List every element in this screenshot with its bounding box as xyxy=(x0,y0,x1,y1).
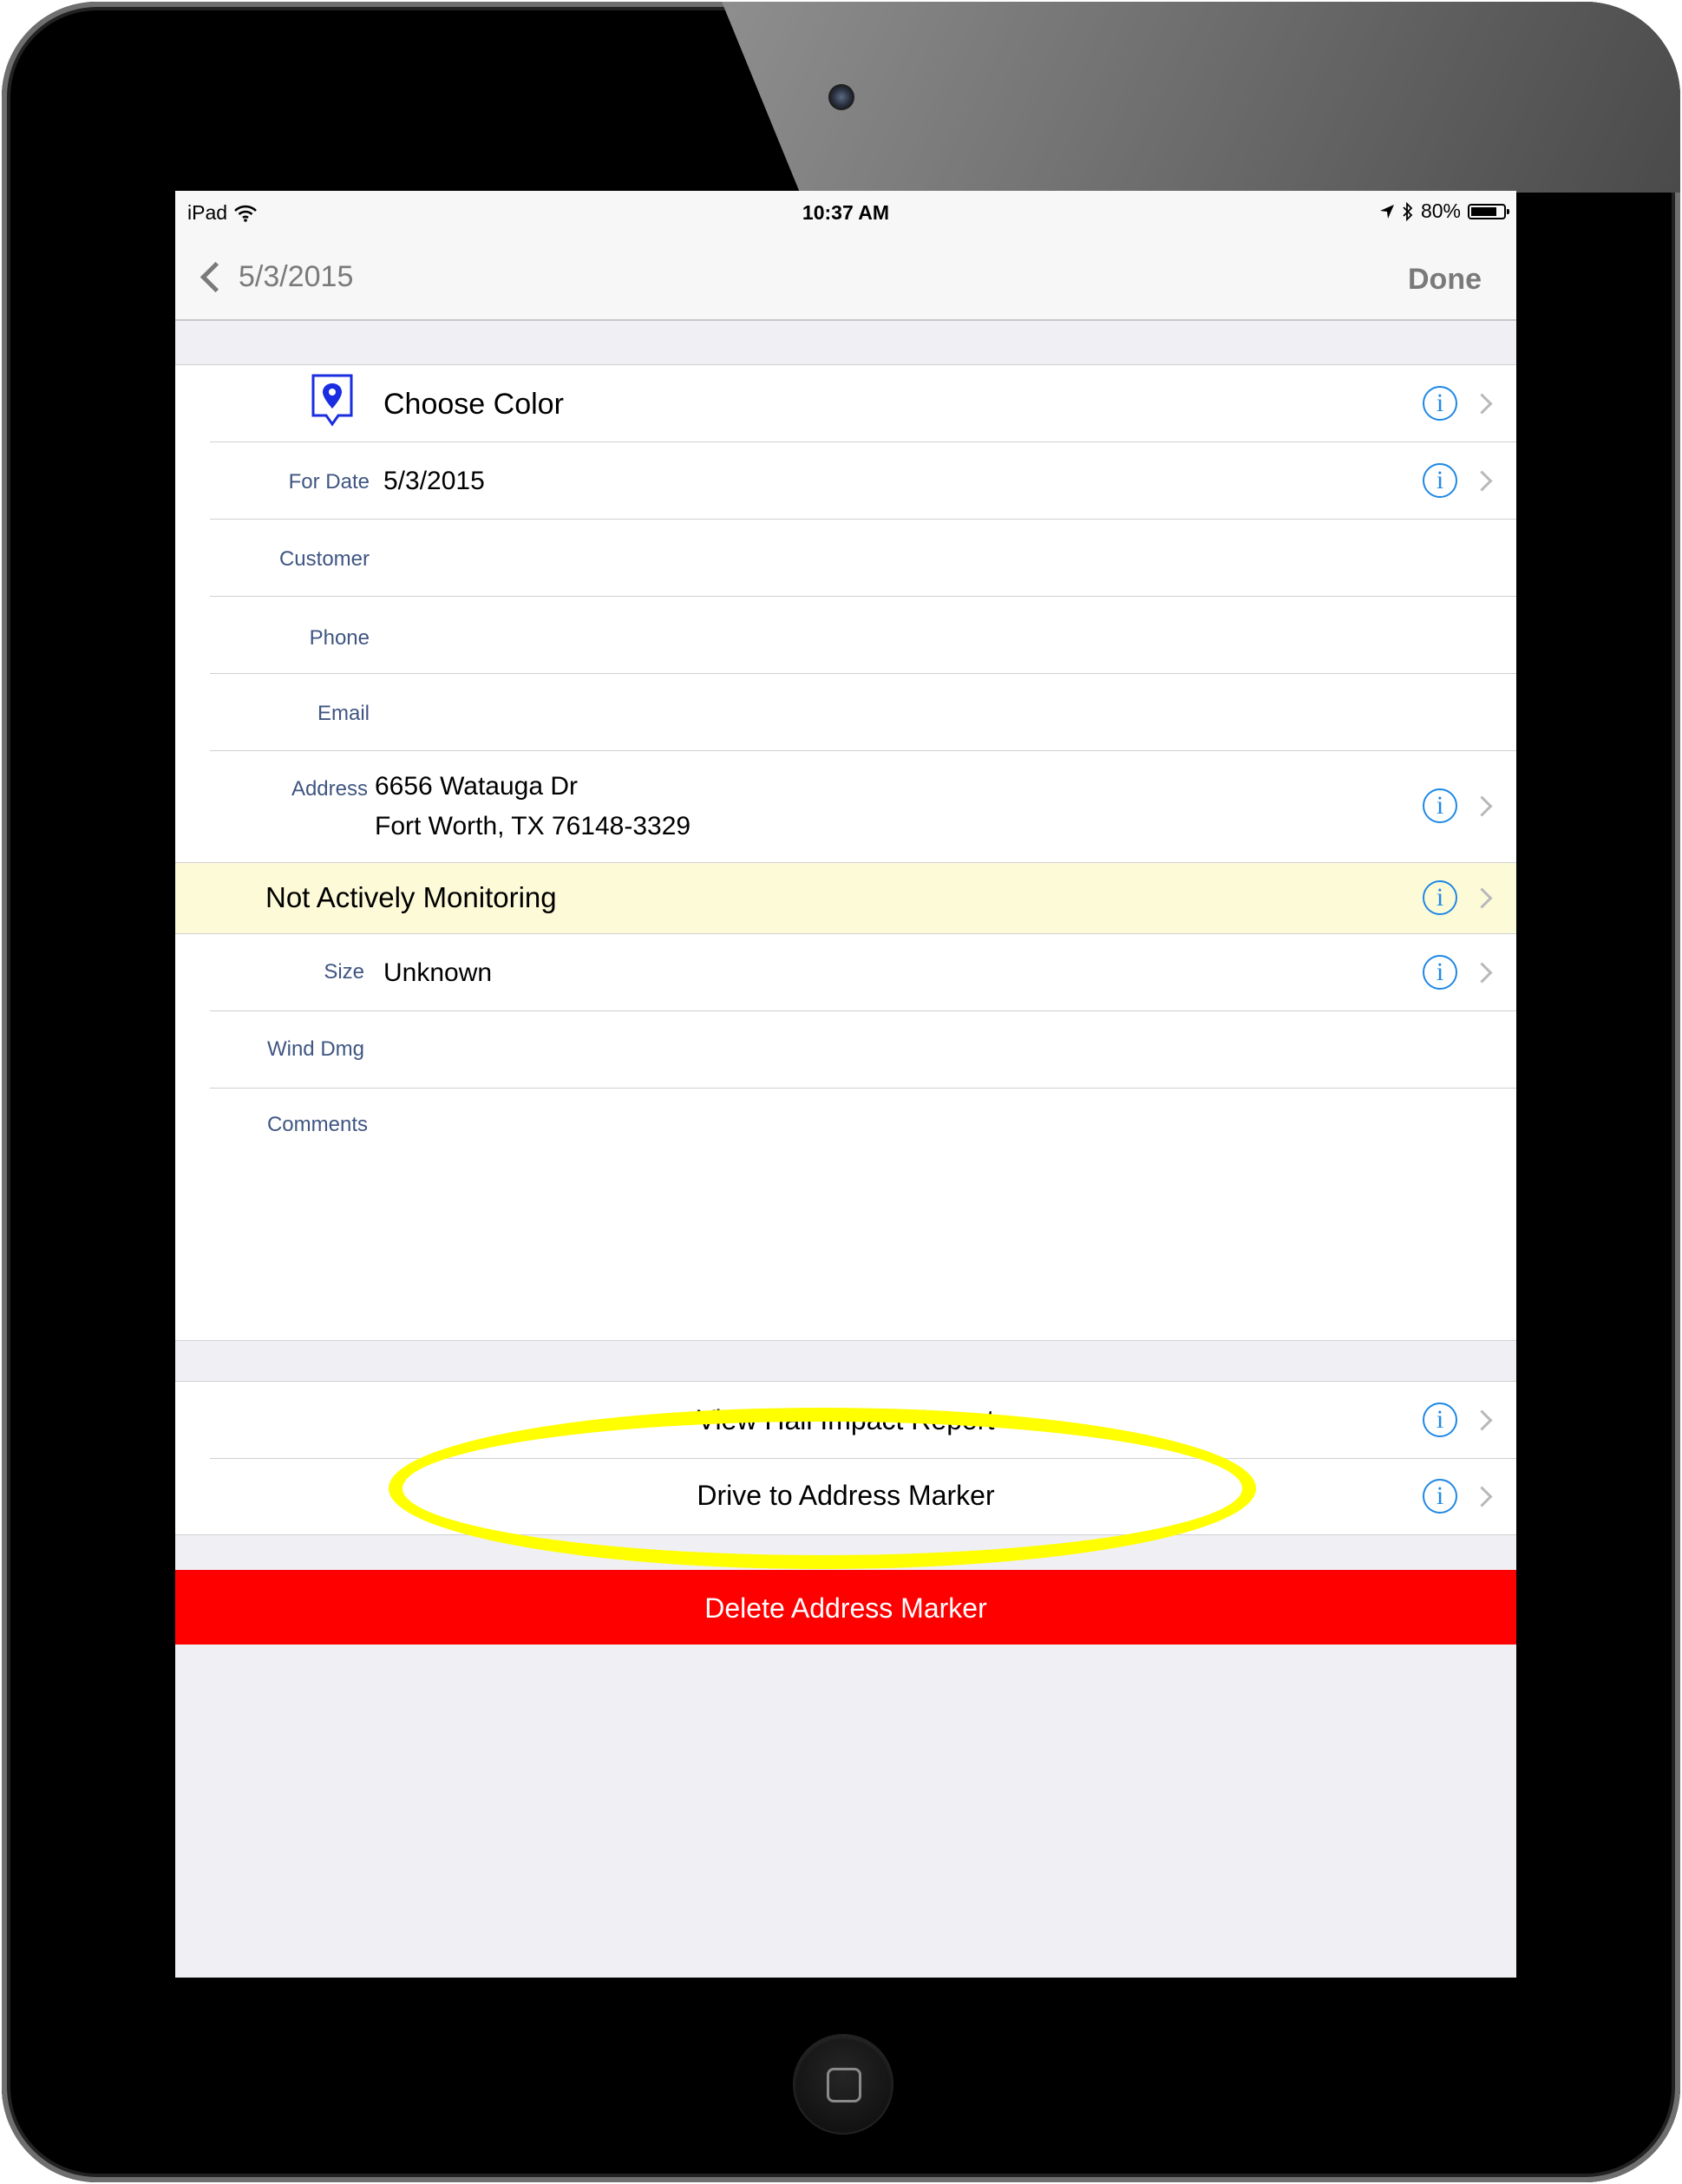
customer-row[interactable]: Customer xyxy=(175,520,1516,596)
address-line1: 6656 Watauga Dr xyxy=(375,772,579,801)
customer-label: Customer xyxy=(278,547,370,571)
for-date-label: For Date xyxy=(288,470,370,494)
chevron-left-icon xyxy=(200,261,232,293)
battery-percent: 80% xyxy=(1420,199,1461,222)
choose-color-label: Choose Color xyxy=(383,388,564,421)
home-button[interactable] xyxy=(795,2036,892,2133)
address-row[interactable]: Address 6656 Watauga Dr Fort Worth, TX 7… xyxy=(175,751,1516,862)
chevron-right-icon xyxy=(1471,887,1493,909)
monitoring-status-row[interactable]: Not Actively Monitoring i xyxy=(175,862,1516,933)
marker-actions: View Hail Impact Report i Drive to Addre… xyxy=(175,1381,1516,1535)
info-icon[interactable]: i xyxy=(1423,386,1457,421)
bluetooth-icon xyxy=(1403,201,1413,221)
size-label: Size xyxy=(324,960,364,984)
info-icon[interactable]: i xyxy=(1423,1403,1457,1437)
back-button[interactable]: 5/3/2015 xyxy=(198,260,353,294)
info-icon[interactable]: i xyxy=(1423,788,1457,823)
comments-row[interactable]: Comments xyxy=(175,1089,1516,1338)
marker-details: Choose Color i For Date 5/3/2015 i Custo… xyxy=(175,364,1516,1341)
info-icon[interactable]: i xyxy=(1423,1479,1457,1514)
location-arrow-icon xyxy=(1379,204,1394,219)
delete-marker-button[interactable]: Delete Address Marker xyxy=(175,1570,1516,1645)
phone-label: Phone xyxy=(309,626,370,650)
back-label: 5/3/2015 xyxy=(239,260,354,293)
address-line2: Fort Worth, TX 76148-3329 xyxy=(375,812,691,840)
status-bar: iPad 10:37 AM 80% xyxy=(175,191,1516,234)
phone-row[interactable]: Phone xyxy=(175,597,1516,673)
comments-label: Comments xyxy=(266,1113,368,1136)
email-row[interactable]: Email xyxy=(175,674,1516,750)
wind-damage-label: Wind Dmg xyxy=(266,1037,364,1061)
view-report-label: View Hail Impact Report xyxy=(697,1404,995,1435)
status-indicators: 80% xyxy=(1379,199,1509,223)
done-button[interactable]: Done xyxy=(1408,263,1482,297)
drive-to-marker-label: Drive to Address Marker xyxy=(697,1480,995,1511)
drive-to-marker-row[interactable]: Drive to Address Marker i xyxy=(175,1459,1516,1534)
battery-level xyxy=(1471,206,1496,216)
email-label: Email xyxy=(317,702,370,725)
info-icon[interactable]: i xyxy=(1423,463,1457,498)
chevron-right-icon xyxy=(1471,962,1493,984)
screen: iPad 10:37 AM 80% 5/3/2015 Done Choose C… xyxy=(175,191,1516,1978)
choose-color-row[interactable]: Choose Color i xyxy=(175,365,1516,441)
navigation-bar: 5/3/2015 Done xyxy=(175,234,1516,321)
chevron-right-icon xyxy=(1471,393,1493,415)
home-square-icon xyxy=(827,2068,861,2102)
for-date-row[interactable]: For Date 5/3/2015 i xyxy=(175,442,1516,519)
for-date-value: 5/3/2015 xyxy=(383,467,485,495)
size-row[interactable]: Size Unknown i xyxy=(175,934,1516,1010)
wind-damage-row[interactable]: Wind Dmg xyxy=(175,1011,1516,1088)
map-pin-icon xyxy=(311,374,353,427)
chevron-right-icon xyxy=(1471,795,1493,817)
delete-marker-label: Delete Address Marker xyxy=(704,1592,987,1624)
chevron-right-icon xyxy=(1471,470,1493,492)
info-icon[interactable]: i xyxy=(1423,880,1457,915)
info-icon[interactable]: i xyxy=(1423,955,1457,990)
clock: 10:37 AM xyxy=(802,201,890,224)
view-report-row[interactable]: View Hail Impact Report i xyxy=(175,1382,1516,1458)
size-value: Unknown xyxy=(383,958,493,987)
address-label: Address xyxy=(291,777,368,801)
front-camera xyxy=(828,84,854,110)
monitoring-status: Not Actively Monitoring xyxy=(265,881,557,913)
battery-icon xyxy=(1468,203,1509,219)
